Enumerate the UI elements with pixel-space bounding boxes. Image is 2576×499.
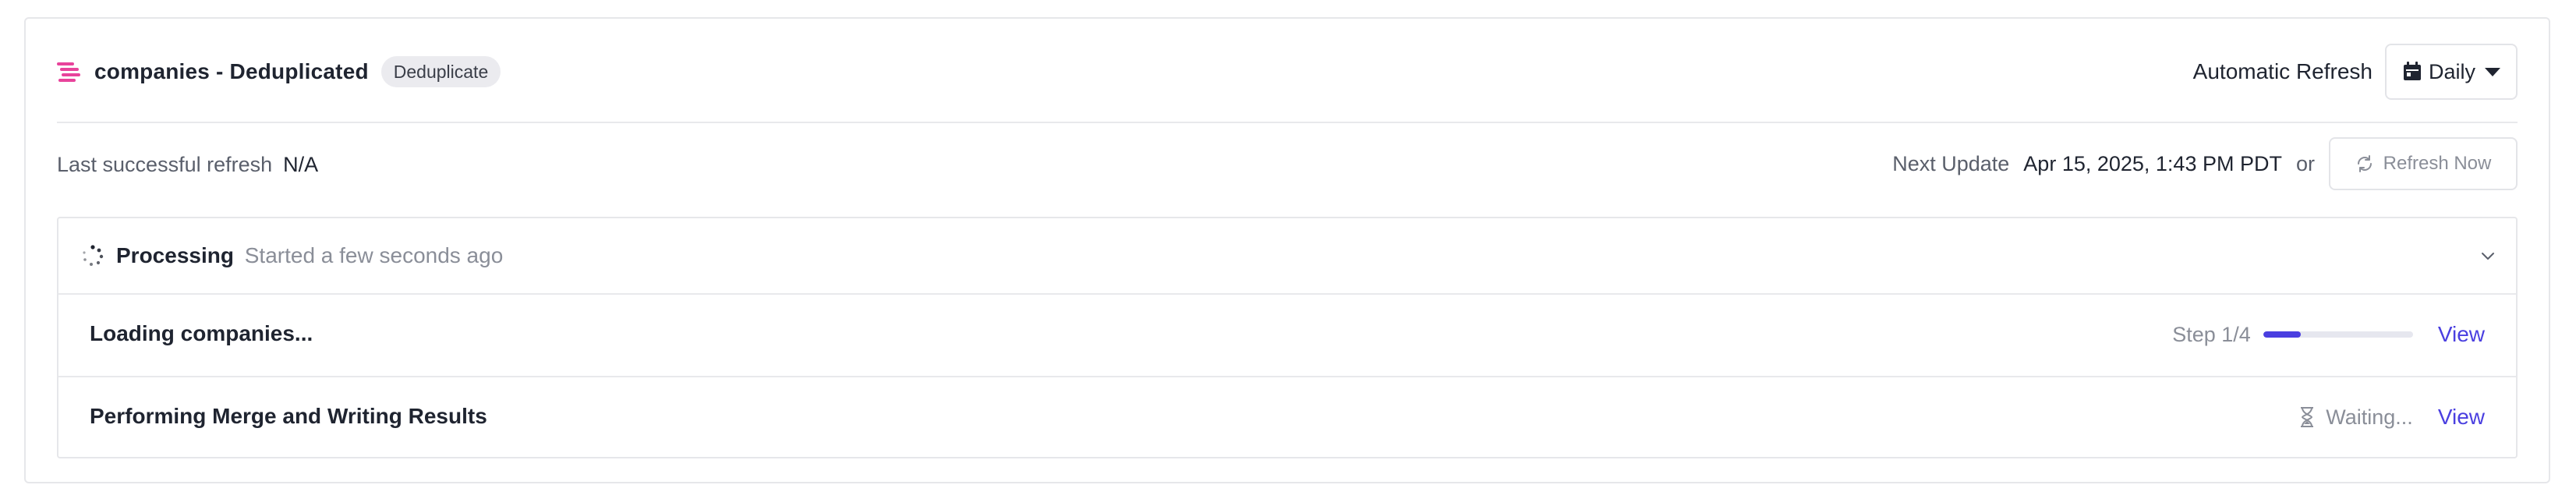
title-group: companies - Deduplicated Deduplicate [57,56,501,87]
last-refresh-value: N/A [283,153,319,176]
next-update-label: Next Update [1892,151,2010,175]
processing-title: Processing [116,243,234,267]
step-waiting-label: Waiting... [2326,405,2413,429]
processing-header[interactable]: Processing Started a few seconds ago [58,218,2516,295]
last-refresh-label: Last successful refresh [57,153,273,176]
refresh-frequency-select[interactable]: Daily [2385,44,2518,100]
refresh-now-button[interactable]: Refresh Now [2329,137,2518,190]
step-status-group: Waiting... View [2299,376,2485,458]
step-progress-fill [2263,331,2301,338]
transform-badge: Deduplicate [380,56,501,87]
or-text: or [2295,151,2315,175]
step-name: Loading companies... [90,321,313,345]
caret-down-icon [2485,67,2500,76]
dataset-title: companies - Deduplicated [94,59,369,83]
refresh-status-row: Last successful refresh N/A Next Update A… [57,136,2518,195]
spinner-icon [83,245,104,266]
step-progress-bar [2263,331,2413,338]
step-row: Performing Merge and Writing Results Wai… [58,376,2516,458]
processing-panel: Processing Started a few seconds ago Loa… [57,217,2518,458]
chevron-down-icon[interactable] [2479,246,2497,265]
processing-title-group: Processing Started a few seconds ago [116,243,503,268]
refresh-now-label: Refresh Now [2383,153,2492,174]
automatic-refresh-label: Automatic Refresh [2192,59,2373,83]
step-status-group: Step 1/4 View [2172,293,2485,376]
step-row: Loading companies... Step 1/4 View [58,293,2516,377]
calendar-icon [2402,62,2422,82]
dataset-card: companies - Deduplicated Deduplicate Aut… [24,17,2550,483]
view-step-link[interactable]: View [2438,322,2485,347]
hourglass-icon [2301,407,2314,427]
processing-subtitle: Started a few seconds ago [244,243,504,267]
last-refresh: Last successful refresh N/A [57,153,318,177]
automatic-refresh-group: Automatic Refresh Daily [2193,44,2518,100]
step-name: Performing Merge and Writing Results [90,404,487,428]
logo-icon [57,60,82,83]
view-step-link[interactable]: View [2438,405,2485,430]
step-progress-label: Step 1/4 [2172,322,2251,346]
next-update-group: Next Update Apr 15, 2025, 1:43 PM PDT or… [1892,136,2518,192]
next-update-value: Apr 15, 2025, 1:43 PM PDT [2023,151,2282,175]
card-header: companies - Deduplicated Deduplicate Aut… [57,19,2518,123]
refresh-icon [2357,155,2372,172]
refresh-frequency-value: Daily [2428,59,2475,83]
